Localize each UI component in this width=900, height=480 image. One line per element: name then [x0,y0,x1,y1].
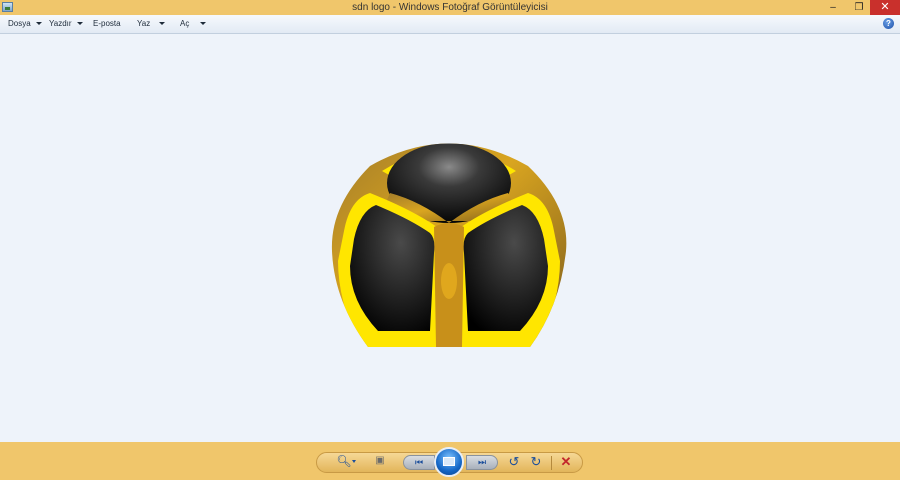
previous-button[interactable]: ⏮︎ [403,455,435,470]
menu-ac-label: Aç [180,19,190,28]
delete-icon: ✕ [560,454,572,469]
minimize-button[interactable]: – [822,0,844,15]
previous-icon: ⏮︎ [414,457,424,467]
chevron-down-icon [35,22,42,26]
delete-button[interactable]: ✕ [558,454,574,470]
zoom-button[interactable]: 🔍︎ [335,453,357,469]
chevron-down-icon [76,22,83,26]
slideshow-button[interactable] [434,447,464,477]
chevron-down-icon [159,22,166,26]
menu-yazdir-label: Yazdır [49,19,72,28]
rotate-counterclockwise-icon: ↺ [508,454,520,469]
magnifier-icon: 🔍︎ [336,454,352,468]
menu-e-posta-label: E-posta [93,19,121,28]
slideshow-icon [443,457,455,466]
title-bar[interactable]: sdn logo - Windows Fotoğraf Görüntüleyic… [0,0,900,15]
chevron-down-icon [200,22,207,26]
fit-to-window-button[interactable]: ▣ [372,453,388,469]
rotate-right-button[interactable]: ↻ [528,454,544,470]
sdn-logo-image [331,143,567,347]
menu-yaz[interactable]: Yaz [137,15,166,33]
chevron-down-icon [351,460,356,464]
next-button[interactable]: ⏭︎ [466,455,498,470]
menu-dosya[interactable]: Dosya [8,15,42,33]
rotate-clockwise-icon: ↻ [530,454,542,469]
toolbar-divider [551,456,552,470]
fit-to-window-icon: ▣ [375,455,385,466]
menu-ac[interactable]: Aç [180,15,207,33]
restore-button[interactable]: ❐ [848,0,870,15]
window-title: sdn logo - Windows Fotoğraf Görüntüleyic… [352,2,548,13]
menu-yaz-label: Yaz [137,19,151,28]
photo-viewer-window: sdn logo - Windows Fotoğraf Görüntüleyic… [0,0,900,480]
menu-bar: Dosya Yazdır E-posta Yaz Aç ? [0,15,900,34]
menu-yazdir[interactable]: Yazdır [49,15,83,33]
rotate-left-button[interactable]: ↺ [506,454,522,470]
close-button[interactable]: ✕ [870,0,900,15]
image-canvas[interactable] [0,34,900,442]
menu-e-posta[interactable]: E-posta [93,15,121,33]
help-icon[interactable]: ? [883,18,894,29]
next-icon: ⏭︎ [477,457,487,467]
menu-dosya-label: Dosya [8,19,31,28]
